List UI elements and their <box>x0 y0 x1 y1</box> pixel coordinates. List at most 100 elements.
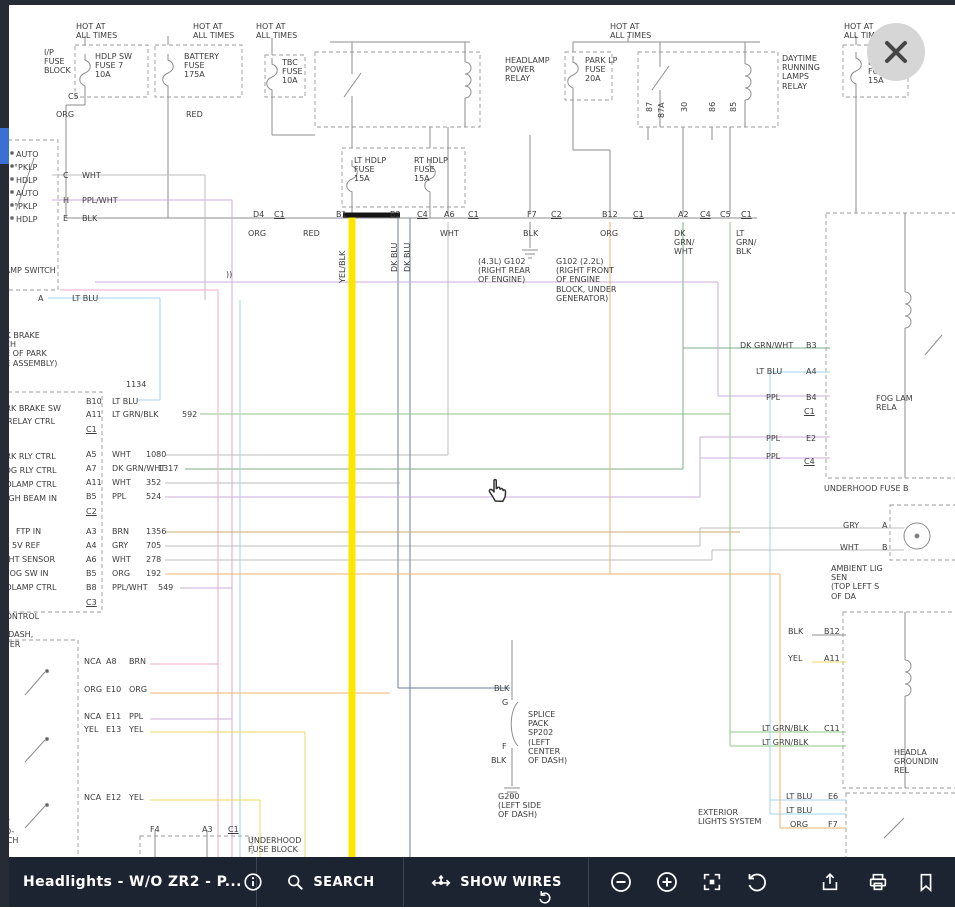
wire-label: PPL <box>766 434 780 443</box>
reset-view-button[interactable] <box>745 857 769 907</box>
wire-label: C1 <box>741 210 752 219</box>
wire-label: GRY <box>843 521 859 530</box>
wire-label: YEL <box>84 725 98 734</box>
wire-label: F4 <box>150 825 160 834</box>
wire-label: B1 <box>336 210 347 219</box>
wire-label: HOT AT ALL TIMES <box>610 22 651 40</box>
wire-label: PPL/WHT <box>82 196 118 205</box>
wire-label: B3 <box>806 341 817 350</box>
show-wires-icon <box>430 871 452 893</box>
wire-label: G <box>502 698 508 707</box>
undo-button[interactable] <box>536 888 554 909</box>
wire-label: E11 <box>106 712 121 721</box>
wire-label: SPLICE PACK SP202 (LEFT CENTER OF DASH) <box>528 710 567 765</box>
wire-label: C1 <box>274 210 285 219</box>
fog-lamp-relay-box <box>826 213 955 478</box>
wire-label: ORG <box>84 685 102 694</box>
wire-label: B4 <box>806 393 817 402</box>
wire-label: GRY <box>112 541 128 550</box>
wire-label: C1 <box>804 407 815 416</box>
wire-label: HOT AT ALL TIMES <box>76 22 117 40</box>
zoom-in-button[interactable] <box>655 857 679 907</box>
wire-label: NCA <box>84 793 101 802</box>
wire-label: 5V REF <box>12 541 40 550</box>
wire-label: C1 <box>633 210 644 219</box>
wire-label: RED <box>303 229 320 238</box>
search-button[interactable]: SEARCH <box>257 857 403 907</box>
wire-label: HDLP SW FUSE 7 10A <box>95 52 132 80</box>
wire-label: E12 <box>106 793 121 802</box>
wire-label: E10 <box>106 685 121 694</box>
wire-label: AUTO <box>16 150 39 159</box>
zoom-in-icon <box>655 870 679 894</box>
wire-label: °PKLP <box>14 163 37 172</box>
zoom-out-button[interactable] <box>609 857 633 907</box>
diagram-title: Headlights - W/O ZR2 - P... <box>23 874 242 890</box>
wire-label: 524 <box>146 492 161 501</box>
wire-label: E13 <box>106 725 121 734</box>
wire-label: WHT <box>82 171 101 180</box>
wire-label: D4 <box>253 210 264 219</box>
wire-label: A11 <box>824 654 840 663</box>
wire-label: YEL <box>129 793 143 802</box>
close-icon <box>881 37 911 67</box>
wire-label: 87A <box>657 102 666 118</box>
wire-label: C1 <box>228 825 239 834</box>
wire-label: A6 <box>86 555 97 564</box>
wire-label: YEL <box>129 725 143 734</box>
scroll-indicator <box>0 128 9 164</box>
export-button[interactable] <box>819 857 841 907</box>
wire-label: TBC FUSE 10A <box>282 58 303 86</box>
zoom-controls <box>589 857 769 907</box>
wire-label: B12 <box>602 210 618 219</box>
close-button[interactable] <box>867 23 925 81</box>
wire-label: BLK <box>788 627 803 636</box>
ambient-light-sensor-box <box>890 505 955 560</box>
wire-label: HDLP <box>16 215 37 224</box>
wire-label: FTP IN <box>16 527 41 536</box>
wire-label: ORG <box>600 229 618 238</box>
wire-label: BLK <box>523 229 538 238</box>
wire-label: LT BLU <box>786 806 812 815</box>
wire-label: BLK <box>491 756 506 765</box>
wire-label: A <box>38 294 43 303</box>
wire-label: DAYTIME RUNNING LAMPS RELAY <box>782 54 820 91</box>
wire-label: E6 <box>828 792 838 801</box>
wire-label: A8 <box>106 657 117 666</box>
wire-label: 30 <box>680 102 689 112</box>
wire-label: B8 <box>86 583 97 592</box>
wire-label: HOT AT ALL TIMES <box>256 22 297 40</box>
wire-label: LT HDLP FUSE 15A <box>354 156 386 184</box>
wire-label: DK GRN/WHT <box>740 341 793 350</box>
show-wires-section: SHOW WIRES <box>404 857 588 907</box>
wire-label: 705 <box>146 541 161 550</box>
wire-label: A4 <box>806 367 817 376</box>
search-icon <box>285 872 305 892</box>
wire-label: C4 <box>700 210 711 219</box>
diagram-canvas[interactable]: HOT AT ALL TIMES HOT AT ALL TIMES HOT AT A… <box>0 0 955 857</box>
print-button[interactable] <box>867 857 889 907</box>
wire-label: UNDERHOOD FUSE B <box>824 484 909 493</box>
wire-label: LT GRN/BLK <box>112 410 158 419</box>
wire-label: B2 <box>390 210 401 219</box>
wire-label: PARK LP FUSE 20A <box>585 56 617 84</box>
wire-label: B12 <box>824 627 840 636</box>
wire-label: PPL/WHT <box>112 583 148 592</box>
wire-label: EXTERIOR LIGHTS SYSTEM <box>698 808 761 826</box>
wire-label: A11 <box>86 410 102 419</box>
bottom-toolbar: Headlights - W/O ZR2 - P... SEARCH <box>9 857 955 907</box>
wire-label: F <box>502 742 507 751</box>
wire-label: B5 <box>86 492 97 501</box>
wire-label: 1080 <box>146 450 166 459</box>
wire-label: 1134 <box>126 380 146 389</box>
underhood-fuse-block-box <box>140 836 252 857</box>
wire-label: AMBIENT LIG SEN (TOP LEFT S OF DA <box>831 564 883 601</box>
wire-label: B <box>882 543 888 552</box>
wire-label: 85 <box>729 102 738 112</box>
wire-label: ORG <box>112 569 130 578</box>
fit-view-button[interactable] <box>701 857 723 907</box>
bookmark-button[interactable] <box>915 857 937 907</box>
wire-label: 192 <box>146 569 161 578</box>
wire-label: HDLP <box>16 176 37 185</box>
wire-label: F7 <box>527 210 537 219</box>
